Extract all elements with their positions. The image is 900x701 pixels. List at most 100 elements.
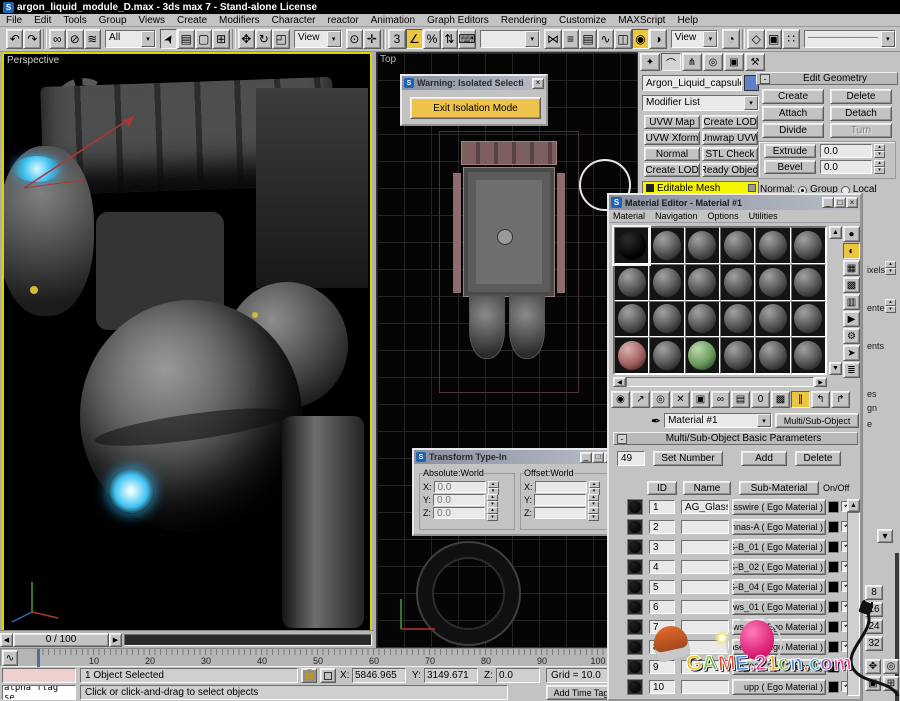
make-preview-button[interactable]: ▶	[843, 311, 860, 327]
pan-view-button[interactable]: ✥	[865, 659, 881, 674]
menu-create[interactable]: Create	[171, 14, 213, 27]
material-editor-button[interactable]: ◉	[632, 29, 649, 49]
sub-material-button[interactable]: _Glasswire ( Ego Material )	[732, 499, 826, 515]
table-scroll-track[interactable]	[847, 512, 860, 696]
absolute-mode-button[interactable]	[320, 668, 336, 683]
render-shortcut-b-button[interactable]: ▣	[765, 29, 782, 49]
reset-material-button[interactable]: ✕	[671, 391, 690, 408]
spin-up-icon[interactable]: ▴	[487, 507, 498, 514]
edit-geometry-rollout-header[interactable]: - Edit Geometry	[756, 72, 898, 85]
render-shortcut-c-button[interactable]: ∷	[782, 29, 799, 49]
name-field[interactable]	[681, 600, 729, 614]
smoothing-group-button[interactable]: 32	[865, 636, 883, 651]
menu-character[interactable]: Character	[266, 14, 322, 27]
redo-button[interactable]: ↷	[23, 29, 40, 49]
select-and-link-button[interactable]: ∞	[49, 29, 66, 49]
maxscript-mini-listener-pink[interactable]	[2, 668, 76, 683]
material-slot[interactable]	[614, 337, 649, 374]
detach-button[interactable]: Detach	[830, 106, 892, 121]
chevron-down-icon[interactable]: ▾	[525, 31, 539, 47]
column-header-name[interactable]: Name	[683, 481, 731, 495]
attach-button[interactable]: Attach	[762, 106, 824, 121]
tab-hierarchy[interactable]: ⋔	[682, 53, 702, 71]
sub-material-color-swatch[interactable]	[828, 581, 839, 593]
name-field[interactable]	[681, 640, 729, 654]
spin-down-icon[interactable]: ▾	[874, 151, 885, 158]
abs-x-spinner[interactable]: ▴▾	[488, 481, 499, 493]
backlight-button[interactable]: ◐	[843, 243, 860, 259]
bind-to-spacewarp-button[interactable]: ≋	[84, 29, 101, 49]
sub-material-color-swatch[interactable]	[828, 601, 839, 613]
material-slot[interactable]	[791, 264, 826, 301]
close-button[interactable]: ×	[532, 78, 544, 89]
show-map-in-viewport-button[interactable]: ▩	[771, 391, 790, 408]
hidden-spinner[interactable]: ▴▾	[885, 261, 896, 275]
set-number-button[interactable]: Set Number	[653, 451, 723, 466]
next-frame-button[interactable]: ▶	[109, 633, 122, 647]
select-object-button[interactable]: ➤	[160, 29, 177, 49]
tab-create[interactable]: ✦	[640, 53, 660, 71]
column-header-sub-material[interactable]: Sub-Material	[739, 481, 819, 495]
material-slot[interactable]	[755, 337, 790, 374]
material-slot[interactable]	[649, 337, 684, 374]
abs-y-spinner[interactable]: ▴▾	[487, 494, 498, 506]
reference-coordinate-combo[interactable]: View ▾	[294, 30, 342, 48]
id-field[interactable]: 8	[649, 640, 675, 654]
video-color-check-button[interactable]: ▥	[843, 294, 860, 310]
material-slot[interactable]	[614, 227, 649, 264]
add-time-tag-button[interactable]: Add Time Tag	[546, 685, 616, 700]
chevron-down-icon[interactable]: ▾	[141, 31, 155, 47]
sub-material-color-swatch[interactable]	[828, 541, 839, 553]
show-end-result-button[interactable]: ∥	[791, 391, 810, 408]
chevron-down-icon[interactable]: ▾	[757, 414, 771, 427]
off-z-spinner[interactable]: ▴▾	[588, 507, 599, 519]
id-field[interactable]: 4	[649, 560, 675, 574]
id-field[interactable]: 9	[649, 660, 675, 674]
render-presets-combo[interactable]: ——————— ▾	[804, 30, 896, 48]
viewport-top[interactable]: Top	[376, 52, 638, 648]
curve-editor-button[interactable]: ∿	[597, 29, 614, 49]
create-lod-button[interactable]: Create LOD	[702, 115, 758, 129]
maximize-viewport-button[interactable]: ⊞	[883, 676, 899, 691]
id-field[interactable]: 1	[649, 500, 675, 514]
sub-material-button[interactable]: NAS-B_02 ( Ego Material )	[732, 559, 826, 575]
id-field[interactable]: 6	[649, 600, 675, 614]
sub-material-color-swatch[interactable]	[828, 621, 839, 633]
viewport-perspective[interactable]: S UIRSS.com Perspective	[2, 52, 372, 632]
material-slot[interactable]	[685, 264, 720, 301]
material-slot[interactable]	[755, 227, 790, 264]
selection-lock-button[interactable]	[301, 668, 317, 683]
viewport-label[interactable]: Perspective	[7, 55, 59, 66]
name-field[interactable]	[681, 660, 729, 674]
track-bar[interactable]: ∿ 10 20 30 40 50 60 70 80 90 100	[0, 648, 638, 667]
off-z-field[interactable]	[534, 507, 586, 519]
menu-views[interactable]: Views	[133, 14, 172, 27]
sub-material-slot[interactable]	[627, 619, 643, 635]
minimize-button[interactable]: _	[580, 452, 592, 463]
material-slot[interactable]	[791, 227, 826, 264]
keyboard-override-button[interactable]: ⌨	[458, 29, 475, 49]
zoom-extents-button[interactable]: ▣	[865, 676, 881, 691]
sub-material-color-swatch[interactable]	[828, 641, 839, 653]
material-slot[interactable]	[649, 227, 684, 264]
normal-button[interactable]: Normal	[644, 147, 700, 161]
spin-down-icon[interactable]: ▾	[588, 514, 599, 521]
align-button[interactable]: ≡	[562, 29, 579, 49]
bevel-button[interactable]: Bevel	[764, 160, 816, 174]
spin-down-icon[interactable]: ▾	[487, 514, 498, 521]
sub-material-slot[interactable]	[627, 559, 643, 575]
material-slot[interactable]	[649, 301, 684, 338]
previous-frame-button[interactable]: ◀	[0, 633, 13, 647]
spin-up-icon[interactable]: ▴	[488, 481, 499, 488]
extrude-field[interactable]: 0.0	[820, 144, 872, 158]
slots-scroll-left[interactable]: ◀	[613, 377, 626, 387]
select-and-rotate-button[interactable]: ↻	[255, 29, 272, 49]
material-editor-title-bar[interactable]: S Material Editor - Material #1 _ □ ×	[609, 195, 860, 210]
create-button[interactable]: Create	[762, 89, 824, 104]
off-x-field[interactable]	[535, 481, 587, 493]
sub-material-color-swatch[interactable]	[828, 561, 839, 573]
modifier-list-combo[interactable]: Modifier List ▾	[642, 95, 759, 111]
id-field[interactable]: 2	[649, 520, 675, 534]
sub-material-slot[interactable]	[627, 519, 643, 535]
y-coord-field[interactable]: 3149.671	[424, 668, 478, 683]
